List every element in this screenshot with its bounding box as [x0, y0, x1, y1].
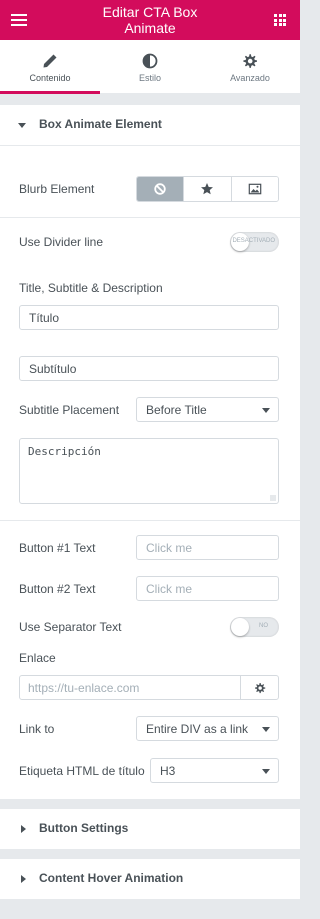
blurb-element-label: Blurb Element — [19, 182, 95, 196]
panel-title: Editar CTA Box Animate — [60, 4, 240, 36]
editor-header: Editar CTA Box Animate — [0, 0, 300, 40]
caret-right-icon — [21, 875, 26, 883]
tab-estilo[interactable]: Estilo — [100, 40, 200, 93]
subtitle-input[interactable]: Subtítulo — [19, 356, 279, 381]
section-title: Content Hover Animation — [39, 871, 184, 885]
half-circle-icon — [142, 53, 158, 69]
tab-contenido[interactable]: Contenido — [0, 40, 100, 94]
blurb-element-choose — [136, 176, 279, 202]
tab-avanzado[interactable]: Avanzado — [200, 40, 300, 93]
button1-label: Button #1 Text — [19, 541, 96, 555]
gear-icon — [243, 54, 257, 68]
chevron-down-icon — [262, 408, 270, 413]
link-url-field: https://tu-enlace.com — [19, 675, 279, 700]
use-separator-label: Use Separator Text — [19, 620, 122, 634]
use-divider-switch[interactable]: DESACTIVADO — [230, 232, 279, 252]
subtitle-placement-label: Subtitle Placement — [19, 403, 120, 417]
switch-state-label: DESACTIVADO — [232, 238, 275, 244]
use-divider-label: Use Divider line — [19, 235, 104, 249]
description-textarea[interactable]: Descripción — [19, 438, 279, 504]
pencil-icon — [43, 54, 57, 68]
blurb-option-icon[interactable] — [184, 177, 232, 201]
star-icon — [201, 183, 214, 195]
chevron-down-icon — [262, 769, 270, 774]
button2-label: Button #2 Text — [19, 582, 96, 596]
subtitle-placement-select[interactable]: Before Title — [136, 397, 279, 422]
panel-title-line2: Animate — [124, 20, 176, 36]
blurb-option-image[interactable] — [231, 177, 278, 201]
link-options-button[interactable] — [240, 676, 278, 699]
section-header-box-animate[interactable]: Box Animate Element — [0, 105, 300, 145]
link-to-select[interactable]: Entire DIV as a link — [136, 716, 279, 741]
select-value: Before Title — [146, 403, 207, 417]
section-title: Box Animate Element — [39, 117, 162, 131]
grid-icon[interactable] — [274, 14, 286, 26]
caret-down-icon — [18, 123, 26, 128]
blurb-option-none[interactable] — [137, 177, 185, 201]
panel-title-line1: Editar CTA Box — [102, 4, 198, 20]
tab-label: Contenido — [29, 73, 71, 83]
title-tag-label: Etiqueta HTML de título — [19, 764, 145, 778]
divider — [0, 520, 300, 521]
hamburger-icon[interactable] — [11, 14, 27, 26]
link-url-input[interactable]: https://tu-enlace.com — [28, 681, 139, 695]
section-header-button-settings[interactable]: Button Settings — [0, 809, 300, 849]
title-input[interactable]: Título — [19, 305, 279, 330]
resize-grip-icon[interactable] — [270, 495, 276, 501]
title-group-label: Title, Subtitle & Description — [19, 281, 163, 295]
use-separator-switch[interactable]: NO — [230, 617, 279, 637]
textarea-value: Descripción — [28, 445, 101, 458]
tab-label: Avanzado — [230, 73, 270, 83]
divider — [0, 217, 300, 218]
enlace-label: Enlace — [19, 651, 56, 665]
switch-state-label: NO — [259, 623, 268, 629]
tab-label: Estilo — [138, 73, 161, 83]
section-title: Button Settings — [39, 821, 129, 835]
title-tag-select[interactable]: H3 — [150, 758, 279, 783]
ban-icon — [154, 183, 166, 195]
gear-icon — [254, 682, 265, 693]
select-value: H3 — [160, 764, 176, 778]
chevron-down-icon — [262, 727, 270, 732]
caret-right-icon — [21, 825, 26, 833]
switch-knob — [231, 618, 249, 636]
image-icon — [248, 183, 262, 195]
panel-tabs: Contenido Estilo Avanzado — [0, 40, 300, 94]
divider — [0, 145, 300, 146]
link-to-label: Link to — [19, 722, 55, 736]
section-header-content-hover[interactable]: Content Hover Animation — [0, 859, 300, 899]
button1-text-input[interactable]: Click me — [136, 535, 279, 560]
select-value: Entire DIV as a link — [146, 722, 249, 736]
button2-text-input[interactable]: Click me — [136, 576, 279, 601]
